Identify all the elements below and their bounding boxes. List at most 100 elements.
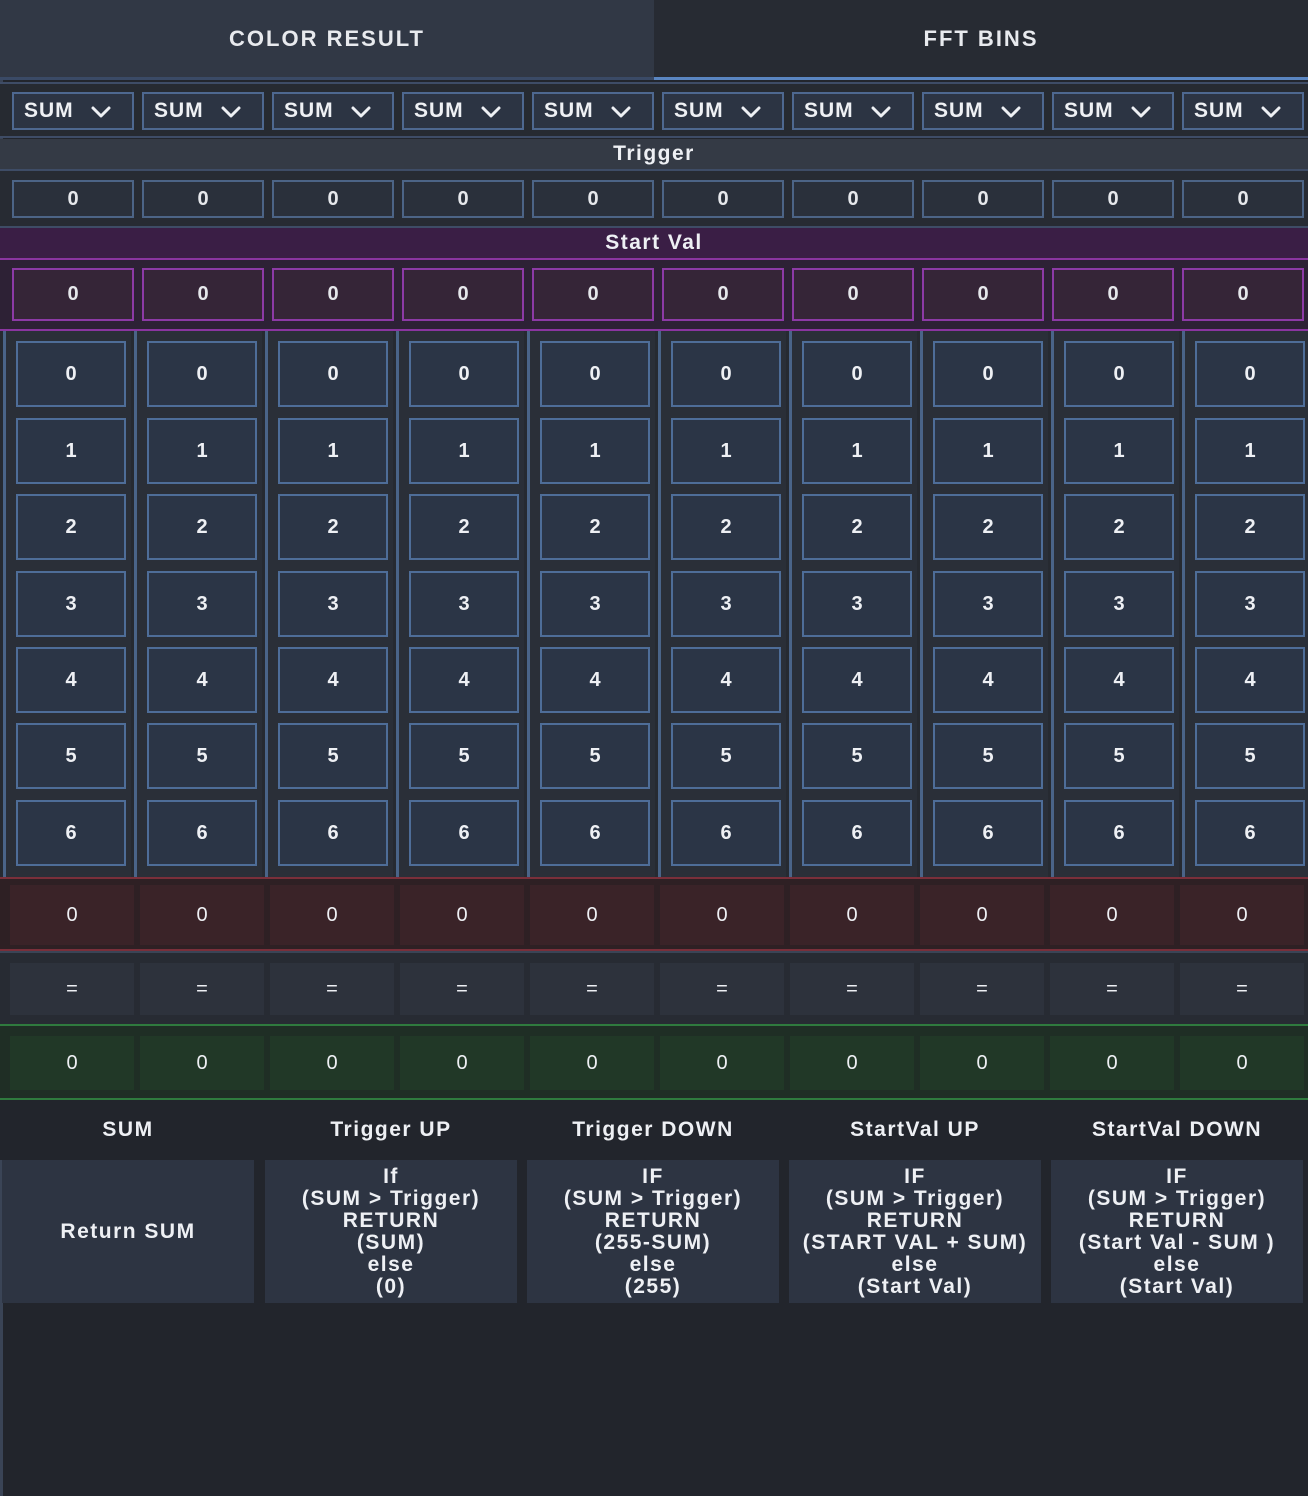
trigger-input[interactable]: 0 — [142, 180, 264, 218]
mode-dropdown[interactable]: SUM — [532, 92, 654, 130]
fft-bin-button[interactable]: 2 — [802, 494, 912, 560]
fft-bin-button[interactable]: 0 — [278, 341, 388, 407]
mode-dropdown[interactable]: SUM — [1182, 92, 1304, 130]
fft-bin-button[interactable]: 5 — [409, 723, 519, 789]
fft-bin-button[interactable]: 0 — [16, 341, 126, 407]
start-val-input[interactable]: 0 — [1182, 268, 1304, 321]
start-val-input[interactable]: 0 — [532, 268, 654, 321]
fft-bin-button[interactable]: 3 — [540, 571, 650, 637]
fft-bin-button[interactable]: 0 — [540, 341, 650, 407]
fft-bin-button[interactable]: 2 — [409, 494, 519, 560]
fft-bin-button[interactable]: 3 — [278, 571, 388, 637]
fft-bin-button[interactable]: 6 — [802, 800, 912, 866]
fft-bin-button[interactable]: 3 — [1195, 571, 1305, 637]
fft-bin-button[interactable]: 1 — [540, 418, 650, 484]
fft-bin-button[interactable]: 5 — [671, 723, 781, 789]
start-val-input[interactable]: 0 — [402, 268, 524, 321]
fft-bin-button[interactable]: 1 — [278, 418, 388, 484]
fft-bin-button[interactable]: 1 — [1064, 418, 1174, 484]
fft-bin-button[interactable]: 5 — [802, 723, 912, 789]
fft-bin-button[interactable]: 3 — [933, 571, 1043, 637]
fft-bin-button[interactable]: 5 — [278, 723, 388, 789]
fft-bin-button[interactable]: 1 — [1195, 418, 1305, 484]
fft-bin-button[interactable]: 2 — [278, 494, 388, 560]
start-val-input[interactable]: 0 — [1052, 268, 1174, 321]
fft-bin-button[interactable]: 3 — [1064, 571, 1174, 637]
fft-bin-button[interactable]: 5 — [933, 723, 1043, 789]
fft-bin-button[interactable]: 0 — [1195, 341, 1305, 407]
fft-bin-button[interactable]: 6 — [1064, 800, 1174, 866]
fft-bin-button[interactable]: 0 — [933, 341, 1043, 407]
tab-color-result[interactable]: COLOR RESULT — [0, 0, 654, 80]
fft-bin-button[interactable]: 6 — [16, 800, 126, 866]
mode-dropdown[interactable]: SUM — [792, 92, 914, 130]
fft-bin-button[interactable]: 1 — [16, 418, 126, 484]
fft-bin-button[interactable]: 1 — [147, 418, 257, 484]
fft-bin-button[interactable]: 2 — [147, 494, 257, 560]
fft-bin-button[interactable]: 4 — [671, 647, 781, 713]
mode-dropdown[interactable]: SUM — [662, 92, 784, 130]
mode-dropdown[interactable]: SUM — [922, 92, 1044, 130]
fft-bin-button[interactable]: 2 — [671, 494, 781, 560]
fft-bin-button[interactable]: 5 — [1064, 723, 1174, 789]
start-val-input[interactable]: 0 — [272, 268, 394, 321]
fft-bin-button[interactable]: 4 — [802, 647, 912, 713]
fft-bin-button[interactable]: 4 — [1195, 647, 1305, 713]
trigger-input[interactable]: 0 — [792, 180, 914, 218]
start-val-input[interactable]: 0 — [142, 268, 264, 321]
trigger-input[interactable]: 0 — [402, 180, 524, 218]
fft-bin-button[interactable]: 1 — [671, 418, 781, 484]
fft-bin-button[interactable]: 1 — [409, 418, 519, 484]
fft-bin-button[interactable]: 4 — [278, 647, 388, 713]
fft-bin-button[interactable]: 3 — [671, 571, 781, 637]
fft-bin-button[interactable]: 4 — [933, 647, 1043, 713]
trigger-input[interactable]: 0 — [12, 180, 134, 218]
fft-bin-button[interactable]: 6 — [147, 800, 257, 866]
fft-bin-button[interactable]: 4 — [147, 647, 257, 713]
fft-bin-button[interactable]: 3 — [409, 571, 519, 637]
fft-bin-button[interactable]: 0 — [671, 341, 781, 407]
trigger-input[interactable]: 0 — [1052, 180, 1174, 218]
fft-bin-button[interactable]: 2 — [16, 494, 126, 560]
mode-dropdown[interactable]: SUM — [272, 92, 394, 130]
fft-bin-button[interactable]: 5 — [147, 723, 257, 789]
start-val-input[interactable]: 0 — [662, 268, 784, 321]
mode-dropdown[interactable]: SUM — [12, 92, 134, 130]
fft-bin-button[interactable]: 0 — [147, 341, 257, 407]
fft-bin-button[interactable]: 5 — [540, 723, 650, 789]
fft-bin-button[interactable]: 6 — [1195, 800, 1305, 866]
fft-bin-button[interactable]: 6 — [933, 800, 1043, 866]
fft-bin-button[interactable]: 2 — [1064, 494, 1174, 560]
fft-bin-button[interactable]: 5 — [16, 723, 126, 789]
fft-bin-button[interactable]: 3 — [16, 571, 126, 637]
start-val-input[interactable]: 0 — [922, 268, 1044, 321]
fft-bin-button[interactable]: 6 — [540, 800, 650, 866]
fft-bin-button[interactable]: 5 — [1195, 723, 1305, 789]
mode-dropdown[interactable]: SUM — [1052, 92, 1174, 130]
fft-bin-button[interactable]: 4 — [16, 647, 126, 713]
trigger-input[interactable]: 0 — [662, 180, 784, 218]
fft-bin-button[interactable]: 3 — [147, 571, 257, 637]
trigger-input[interactable]: 0 — [272, 180, 394, 218]
fft-bin-button[interactable]: 2 — [1195, 494, 1305, 560]
mode-dropdown[interactable]: SUM — [142, 92, 264, 130]
fft-bin-button[interactable]: 1 — [933, 418, 1043, 484]
mode-dropdown[interactable]: SUM — [402, 92, 524, 130]
fft-bin-button[interactable]: 4 — [540, 647, 650, 713]
fft-bin-button[interactable]: 0 — [409, 341, 519, 407]
fft-bin-button[interactable]: 2 — [933, 494, 1043, 560]
start-val-input[interactable]: 0 — [12, 268, 134, 321]
trigger-input[interactable]: 0 — [1182, 180, 1304, 218]
start-val-input[interactable]: 0 — [792, 268, 914, 321]
fft-bin-button[interactable]: 6 — [409, 800, 519, 866]
fft-bin-button[interactable]: 0 — [802, 341, 912, 407]
fft-bin-button[interactable]: 6 — [278, 800, 388, 866]
tab-fft-bins[interactable]: FFT BINS — [654, 0, 1308, 80]
fft-bin-button[interactable]: 4 — [1064, 647, 1174, 713]
fft-bin-button[interactable]: 0 — [1064, 341, 1174, 407]
trigger-input[interactable]: 0 — [922, 180, 1044, 218]
fft-bin-button[interactable]: 3 — [802, 571, 912, 637]
fft-bin-button[interactable]: 6 — [671, 800, 781, 866]
fft-bin-button[interactable]: 2 — [540, 494, 650, 560]
fft-bin-button[interactable]: 1 — [802, 418, 912, 484]
